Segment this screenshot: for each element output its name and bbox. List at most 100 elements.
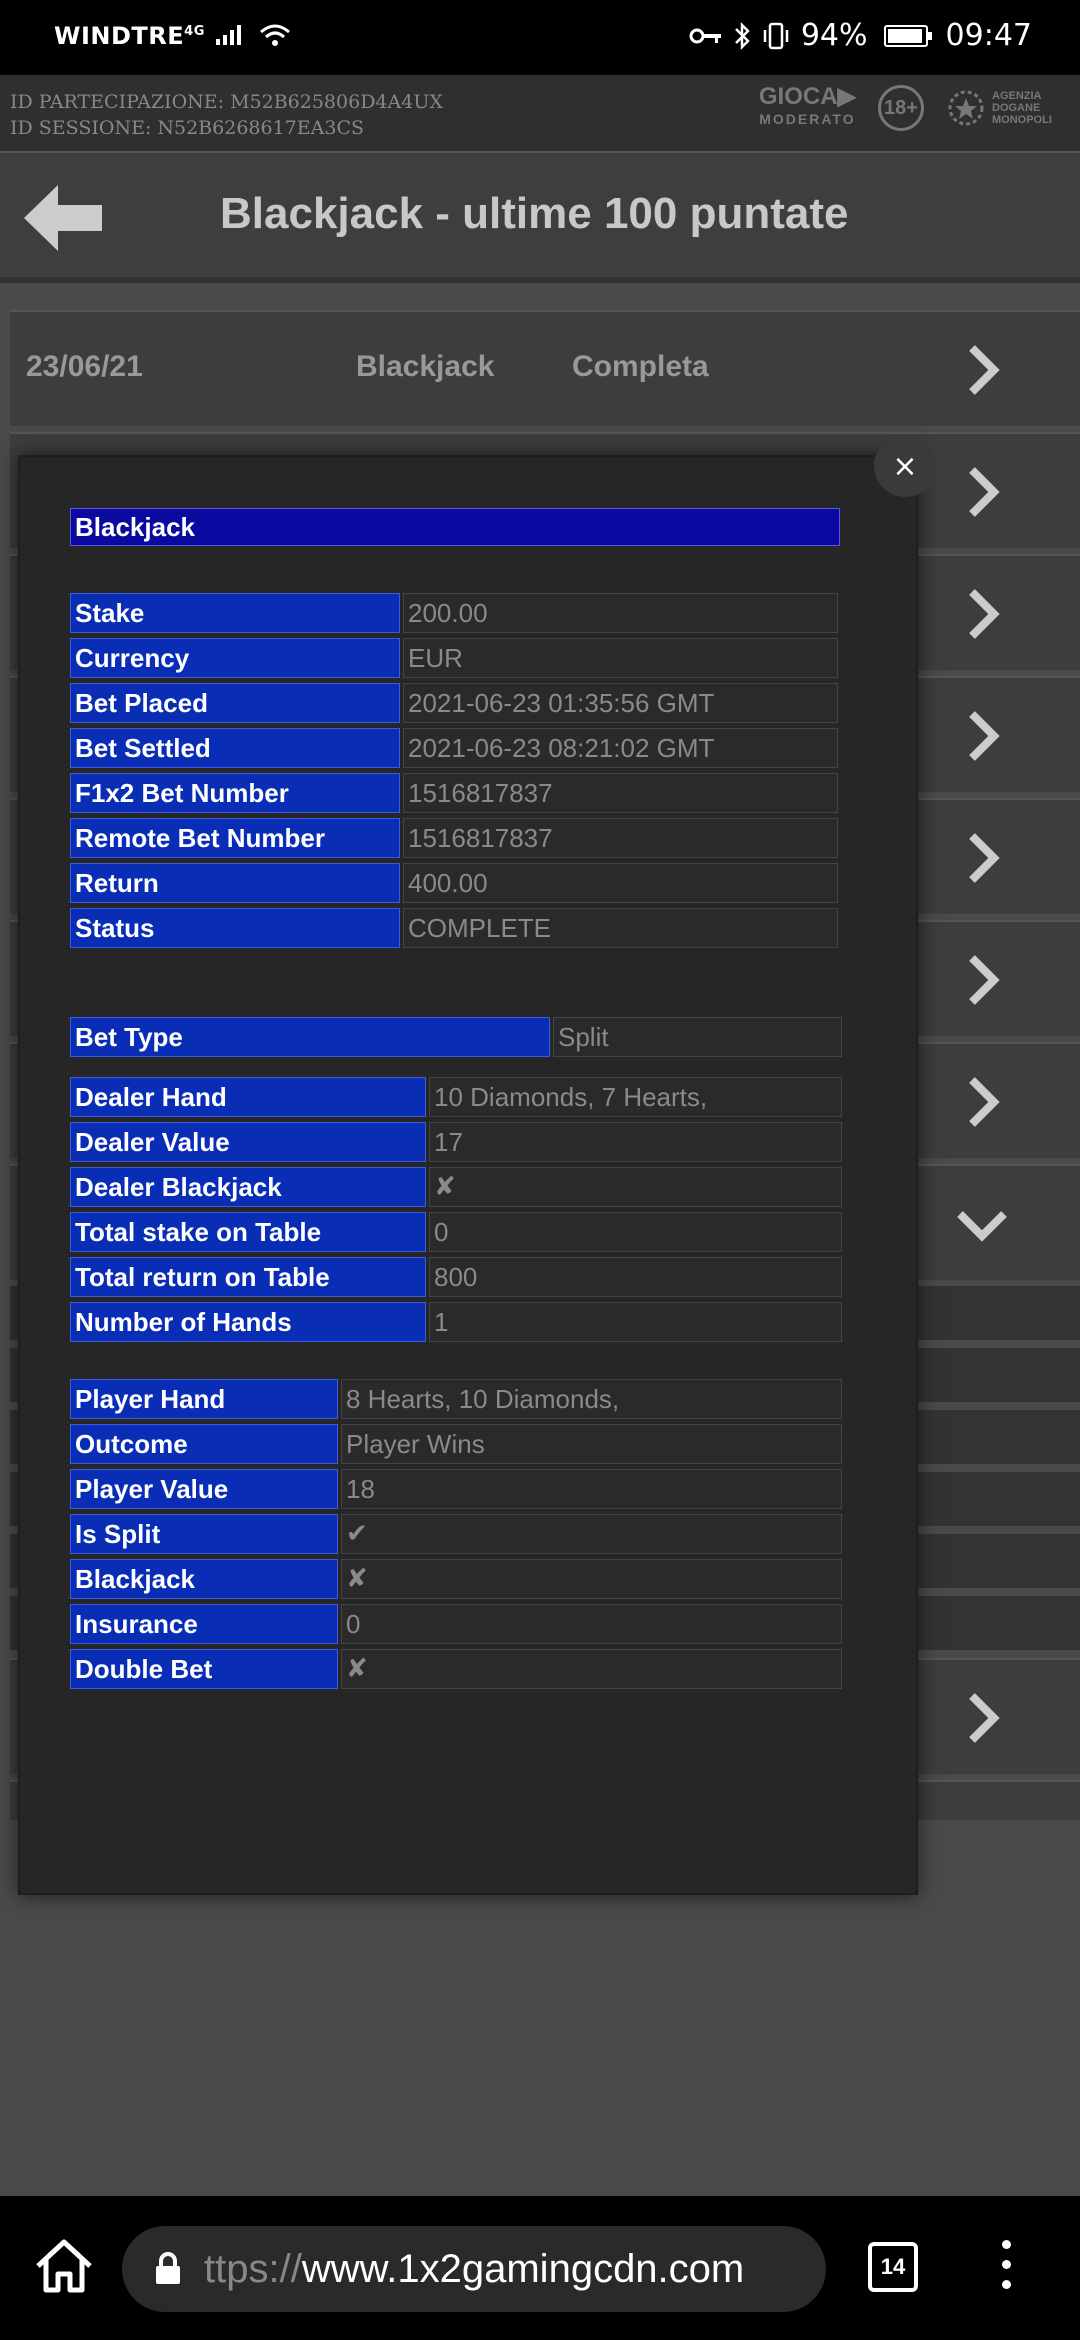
table-row: Outcome Player Wins — [70, 1424, 842, 1464]
key-icon — [689, 28, 721, 43]
back-arrow-icon[interactable] — [24, 183, 104, 253]
bet-type-label: Bet Type — [70, 1017, 550, 1057]
bet-type-table: Bet Type Split — [67, 1012, 845, 1062]
table-row: Return 400.00 — [70, 863, 838, 903]
chevron-right-icon[interactable] — [952, 584, 1012, 644]
field-value: 1516817837 — [403, 818, 838, 858]
adm-logo: AGENZIA DOGANE MONOPOLI — [946, 88, 1062, 128]
field-value: ✘ — [341, 1649, 842, 1689]
chevron-down-icon[interactable] — [952, 1194, 1012, 1254]
field-value: Player Wins — [341, 1424, 842, 1464]
table-row: Remote Bet Number 1516817837 — [70, 818, 838, 858]
table-row: Bet Placed 2021-06-23 01:35:56 GMT — [70, 683, 838, 723]
chevron-right-icon[interactable] — [952, 1688, 1012, 1748]
chevron-right-icon[interactable] — [952, 828, 1012, 888]
field-label: Player Hand — [70, 1379, 338, 1419]
field-value: ✔ — [341, 1514, 842, 1554]
field-label: Currency — [70, 638, 400, 678]
battery-percent: 94% — [800, 18, 868, 53]
field-value: 8 Hearts, 10 Diamonds, — [341, 1379, 842, 1419]
table-row: Dealer Value 17 — [70, 1122, 842, 1162]
chevron-right-icon[interactable] — [952, 1072, 1012, 1132]
chevron-right-icon[interactable] — [952, 950, 1012, 1010]
carrier-name: WINDTRE — [54, 22, 185, 50]
bluetooth-icon — [734, 21, 750, 50]
field-value: 800 — [429, 1257, 842, 1297]
table-row: Player Value 18 — [70, 1469, 842, 1509]
field-value: 17 — [429, 1122, 842, 1162]
field-label: Return — [70, 863, 400, 903]
field-value: 1 — [429, 1302, 842, 1342]
list-item[interactable]: 23/06/21 Blackjack Completa — [10, 310, 1080, 426]
field-label: Blackjack — [70, 1559, 338, 1599]
table-row: Dealer Blackjack ✘ — [70, 1167, 842, 1207]
field-label: Stake — [70, 593, 400, 633]
clock: 09:47 — [945, 18, 1032, 53]
field-label: Is Split — [70, 1514, 338, 1554]
field-label: Dealer Blackjack — [70, 1167, 426, 1207]
bet-info-table: Stake 200.00 Currency EUR Bet Placed 2021-06-… — [67, 588, 841, 953]
chevron-right-icon[interactable] — [952, 340, 1012, 400]
home-icon[interactable] — [32, 2236, 96, 2296]
lock-icon — [156, 2252, 180, 2284]
bet-date: 23/06/21 — [26, 350, 143, 383]
field-value: 2021-06-23 01:35:56 GMT — [403, 683, 838, 723]
field-label: Dealer Value — [70, 1122, 426, 1162]
signal-icon — [215, 25, 241, 45]
chevron-right-icon[interactable] — [952, 462, 1012, 522]
chevron-right-icon[interactable] — [952, 706, 1012, 766]
field-value: 1516817837 — [403, 773, 838, 813]
field-value: COMPLETE — [403, 908, 838, 948]
field-value: 0 — [429, 1212, 842, 1252]
gioca-moderato-logo: GIOCA▶ MODERATO — [758, 83, 856, 128]
field-label: Total stake on Table — [70, 1212, 426, 1252]
network-type: 4G — [184, 24, 205, 39]
table-row: Bet Settled 2021-06-23 08:21:02 GMT — [70, 728, 838, 768]
field-value: 2021-06-23 08:21:02 GMT — [403, 728, 838, 768]
table-row: Status COMPLETE — [70, 908, 838, 948]
modal-title: Blackjack — [70, 508, 840, 546]
player-table: Player Hand 8 Hearts, 10 Diamonds, Outcome… — [67, 1374, 845, 1694]
field-label: Bet Settled — [70, 728, 400, 768]
field-label: Outcome — [70, 1424, 338, 1464]
table-row: Bet Type Split — [70, 1017, 842, 1057]
age-18-logo: 18+ — [878, 85, 924, 131]
dealer-table: Dealer Hand 10 Diamonds, 7 Hearts, Dealer … — [67, 1072, 845, 1347]
browser-toolbar: ttps://www.1x2gamingcdn.com 14 — [0, 2196, 1080, 2340]
wifi-icon — [259, 24, 290, 46]
table-row: Insurance 0 — [70, 1604, 842, 1644]
table-row: Currency EUR — [70, 638, 838, 678]
session-bar: ID PARTECIPAZIONE: M52B625806D4A4UX ID S… — [0, 75, 1080, 153]
table-row: Total return on Table 800 — [70, 1257, 842, 1297]
table-row: Number of Hands 1 — [70, 1302, 842, 1342]
url-host: www.1x2gamingcdn.com — [301, 2246, 745, 2291]
field-label: Total return on Table — [70, 1257, 426, 1297]
tabs-button[interactable]: 14 — [868, 2242, 918, 2292]
table-row: F1x2 Bet Number 1516817837 — [70, 773, 838, 813]
field-label: Dealer Hand — [70, 1077, 426, 1117]
url-scheme: ttps:// — [204, 2246, 302, 2291]
table-row: Double Bet ✘ — [70, 1649, 842, 1689]
table-row: Is Split ✔ — [70, 1514, 842, 1554]
field-label: Status — [70, 908, 400, 948]
more-menu-icon[interactable] — [996, 2240, 1016, 2296]
field-value: 10 Diamonds, 7 Hearts, — [429, 1077, 842, 1117]
bet-type-value: Split — [553, 1017, 842, 1057]
field-value: 200.00 — [403, 593, 838, 633]
field-label: F1x2 Bet Number — [70, 773, 400, 813]
field-value: EUR — [403, 638, 838, 678]
table-row: Total stake on Table 0 — [70, 1212, 842, 1252]
page-title: Blackjack - ultime 100 puntate — [220, 189, 849, 238]
status-bar: WINDTRE4G 94% 09:47 — [0, 0, 1080, 75]
field-label: Insurance — [70, 1604, 338, 1644]
field-label: Double Bet — [70, 1649, 338, 1689]
field-value: 0 — [341, 1604, 842, 1644]
adm-emblem-icon — [948, 90, 984, 126]
field-label: Player Value — [70, 1469, 338, 1509]
battery-icon — [883, 24, 932, 47]
url-bar[interactable]: ttps://www.1x2gamingcdn.com — [122, 2226, 826, 2312]
session-id: ID SESSIONE: N52B6268617EA3CS — [10, 117, 364, 139]
field-value: ✘ — [341, 1559, 842, 1599]
field-label: Remote Bet Number — [70, 818, 400, 858]
close-button[interactable]: × — [874, 435, 936, 497]
